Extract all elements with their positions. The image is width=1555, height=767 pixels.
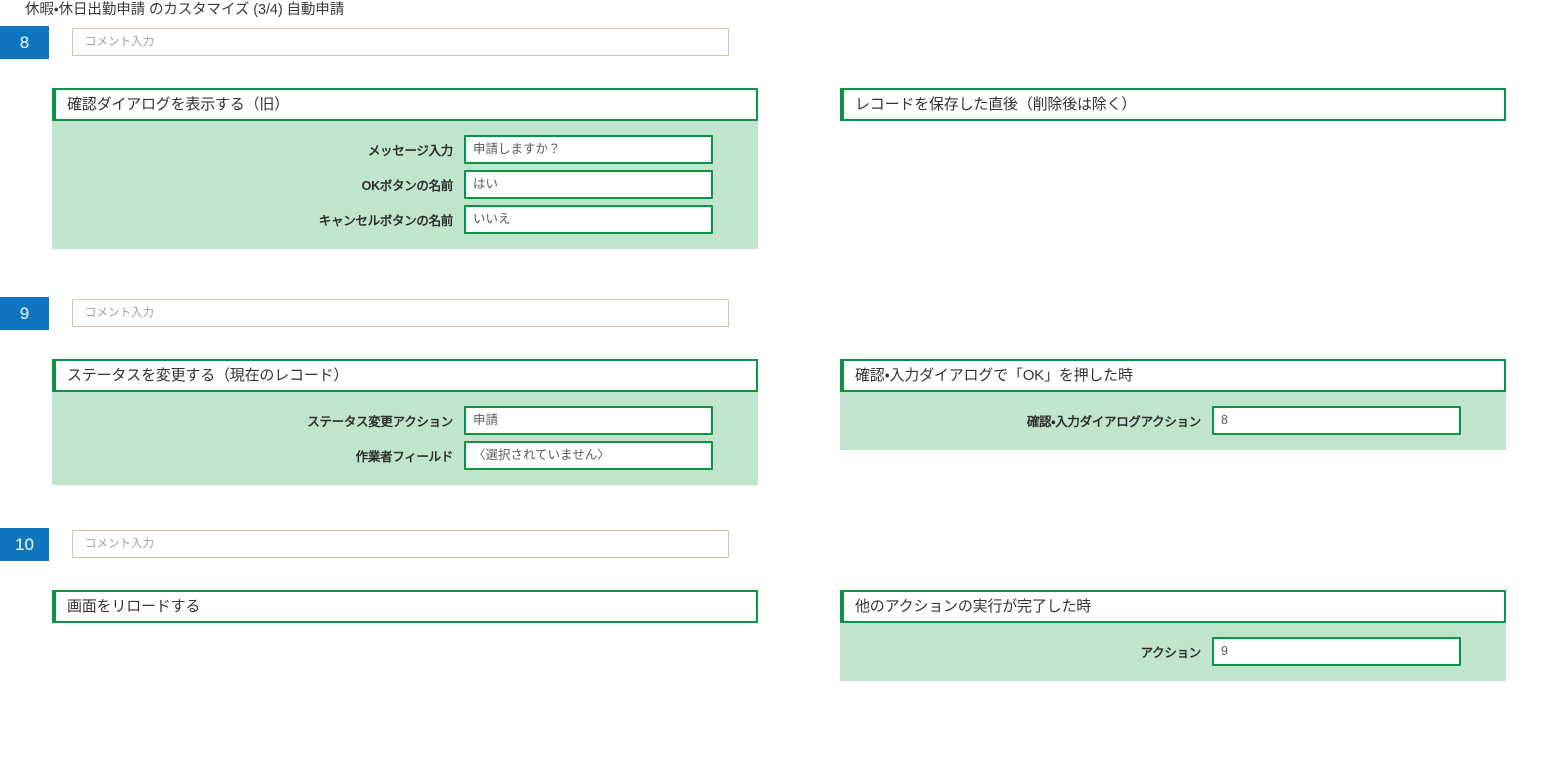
action-panel: ステータスを変更する（現在のレコード） ステータス変更アクション 申請 作業者フィール… (52, 359, 758, 485)
action-header[interactable]: ステータスを変更する（現在のレコード） (52, 359, 758, 392)
trigger-header[interactable]: 他のアクションの実行が完了した時 (840, 590, 1506, 623)
field-row: アクション 9 (840, 636, 1506, 666)
field-row: OKボタンの名前 はい (52, 169, 758, 199)
field-label: メッセージ入力 (367, 143, 453, 158)
field-label: キャンセルボタンの名前 (318, 213, 454, 228)
comment-input-placeholder: コメント入力 (85, 36, 154, 48)
trigger-panel: 他のアクションの実行が完了した時アクション 9 (840, 590, 1506, 681)
comment-input[interactable]: コメント入力 (72, 28, 729, 56)
action-header[interactable]: 確認ダイアログを表示する（旧） (52, 88, 758, 121)
field-row: ステータス変更アクション 申請 (52, 405, 758, 435)
field-row: メッセージ入力 申請しますか？ (52, 134, 758, 164)
field-row: 確認・入力ダイアログアクション 8 (840, 405, 1506, 435)
comment-input[interactable]: コメント入力 (72, 530, 729, 558)
field-row: 作業者フィールド 〈選択されていません〉 (52, 440, 758, 470)
comment-input-placeholder: コメント入力 (85, 538, 154, 550)
comment-input[interactable]: コメント入力 (72, 299, 729, 327)
action-panel: 画面をリロードする (52, 590, 758, 623)
action-panel: 確認ダイアログを表示する（旧） メッセージ入力 申請しますか？ OKボタンの名前 はいキ… (52, 88, 758, 249)
field-value[interactable]: 8 (1212, 405, 1461, 435)
trigger-header[interactable]: 確認・入力ダイアログで「OK」を押した時 (840, 359, 1506, 392)
field-label: OKボタンの名前 (361, 178, 454, 193)
field-label: アクション (1140, 645, 1202, 660)
action-fields: ステータス変更アクション 申請 作業者フィールド 〈選択されていません〉 (52, 392, 758, 485)
field-value[interactable]: 〈選択されていません〉 (464, 440, 713, 470)
step-number-badge: 9 (0, 297, 49, 330)
step-number-badge: 10 (0, 528, 49, 561)
field-value[interactable]: いいえ (464, 204, 713, 234)
trigger-fields: アクション 9 (840, 623, 1506, 681)
field-label: ステータス変更アクション (307, 414, 453, 429)
field-value[interactable]: はい (464, 169, 713, 199)
trigger-header[interactable]: レコードを保存した直後（削除後は除く） (840, 88, 1506, 121)
trigger-panel: 確認・入力ダイアログで「OK」を押した時確認・入力ダイアログアクション 8 (840, 359, 1506, 450)
field-label: 確認・入力ダイアログアクション (1026, 414, 1201, 429)
action-header[interactable]: 画面をリロードする (52, 590, 758, 623)
field-row: キャンセルボタンの名前 いいえ (52, 204, 758, 234)
action-fields: メッセージ入力 申請しますか？ OKボタンの名前 はい キャンセルボタンの名前 いいえ (52, 121, 758, 249)
trigger-fields: 確認・入力ダイアログアクション 8 (840, 392, 1506, 450)
field-value[interactable]: 9 (1212, 636, 1461, 666)
field-label: 作業者フィールド (355, 449, 454, 464)
page-title: 休暇・休日出勤申請 のカスタマイズ (3/4) 自動申請 (25, 2, 345, 18)
trigger-panel: レコードを保存した直後（削除後は除く） (840, 88, 1506, 121)
step-number-badge: 8 (0, 26, 49, 59)
field-value[interactable]: 申請しますか？ (464, 134, 713, 164)
comment-input-placeholder: コメント入力 (85, 307, 154, 319)
field-value[interactable]: 申請 (464, 405, 713, 435)
